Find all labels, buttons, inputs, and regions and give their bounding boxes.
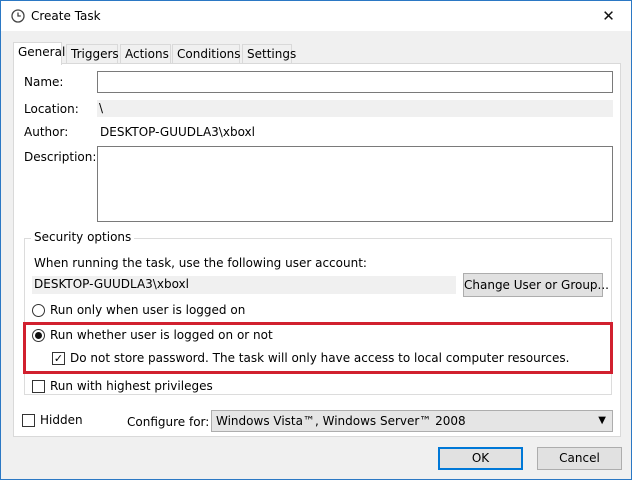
description-label: Description:: [24, 150, 97, 164]
chevron-down-icon: ▼: [598, 415, 606, 426]
security-options-title: Security options: [31, 230, 135, 244]
configure-for-label: Configure for:: [127, 415, 210, 429]
run-highest-privileges-label[interactable]: Run with highest privileges: [50, 379, 213, 393]
name-input[interactable]: [97, 71, 613, 93]
general-tab-panel: Name: Location: \ Author: DESKTOP-GUUDLA…: [13, 63, 621, 437]
do-not-store-password-label[interactable]: Do not store password. The task will onl…: [70, 351, 569, 365]
dialog-footer: OK Cancel: [1, 437, 631, 479]
author-label: Author:: [24, 125, 69, 139]
window-title: Create Task: [31, 9, 101, 23]
cancel-label: Cancel: [559, 451, 600, 465]
run-whether-logged-on-radio[interactable]: [32, 329, 45, 342]
name-label: Name:: [24, 75, 64, 89]
clock-icon: [11, 9, 25, 23]
description-textarea[interactable]: [97, 146, 613, 222]
title-bar[interactable]: Create Task ✕: [1, 1, 631, 31]
checkmark-icon: ✓: [53, 352, 64, 365]
hidden-label[interactable]: Hidden: [40, 413, 83, 427]
ok-label: OK: [471, 451, 490, 465]
configure-for-dropdown[interactable]: Windows Vista™, Windows Server™ 2008 ▼: [211, 410, 613, 432]
ok-button[interactable]: OK: [438, 447, 523, 470]
close-icon: ✕: [602, 7, 615, 25]
hidden-checkbox[interactable]: [22, 414, 35, 427]
change-user-group-label: Change User or Group...: [464, 278, 609, 292]
tab-settings[interactable]: Settings: [242, 44, 296, 64]
location-value: \: [97, 100, 613, 117]
tab-general[interactable]: General: [13, 42, 65, 65]
account-prompt: When running the task, use the following…: [34, 256, 367, 270]
close-button[interactable]: ✕: [586, 1, 631, 31]
change-user-group-button[interactable]: Change User or Group...: [463, 273, 609, 297]
user-account-value: DESKTOP-GUUDLA3\xboxl: [32, 276, 456, 294]
author-value: DESKTOP-GUUDLA3\xboxl: [100, 125, 255, 139]
location-label: Location:: [24, 102, 79, 116]
run-only-logged-on-label[interactable]: Run only when user is logged on: [50, 303, 245, 317]
run-highest-privileges-checkbox[interactable]: [32, 380, 45, 393]
configure-for-value: Windows Vista™, Windows Server™ 2008: [216, 414, 466, 428]
run-whether-logged-on-label[interactable]: Run whether user is logged on or not: [50, 328, 273, 342]
tab-actions[interactable]: Actions: [120, 44, 171, 64]
tab-triggers[interactable]: Triggers: [66, 44, 119, 64]
create-task-window: Create Task ✕ General Triggers Actions C…: [0, 0, 632, 480]
tab-conditions[interactable]: Conditions: [172, 44, 241, 64]
run-only-logged-on-radio[interactable]: [32, 304, 45, 317]
do-not-store-password-checkbox[interactable]: ✓: [52, 352, 65, 365]
cancel-button[interactable]: Cancel: [537, 447, 622, 470]
